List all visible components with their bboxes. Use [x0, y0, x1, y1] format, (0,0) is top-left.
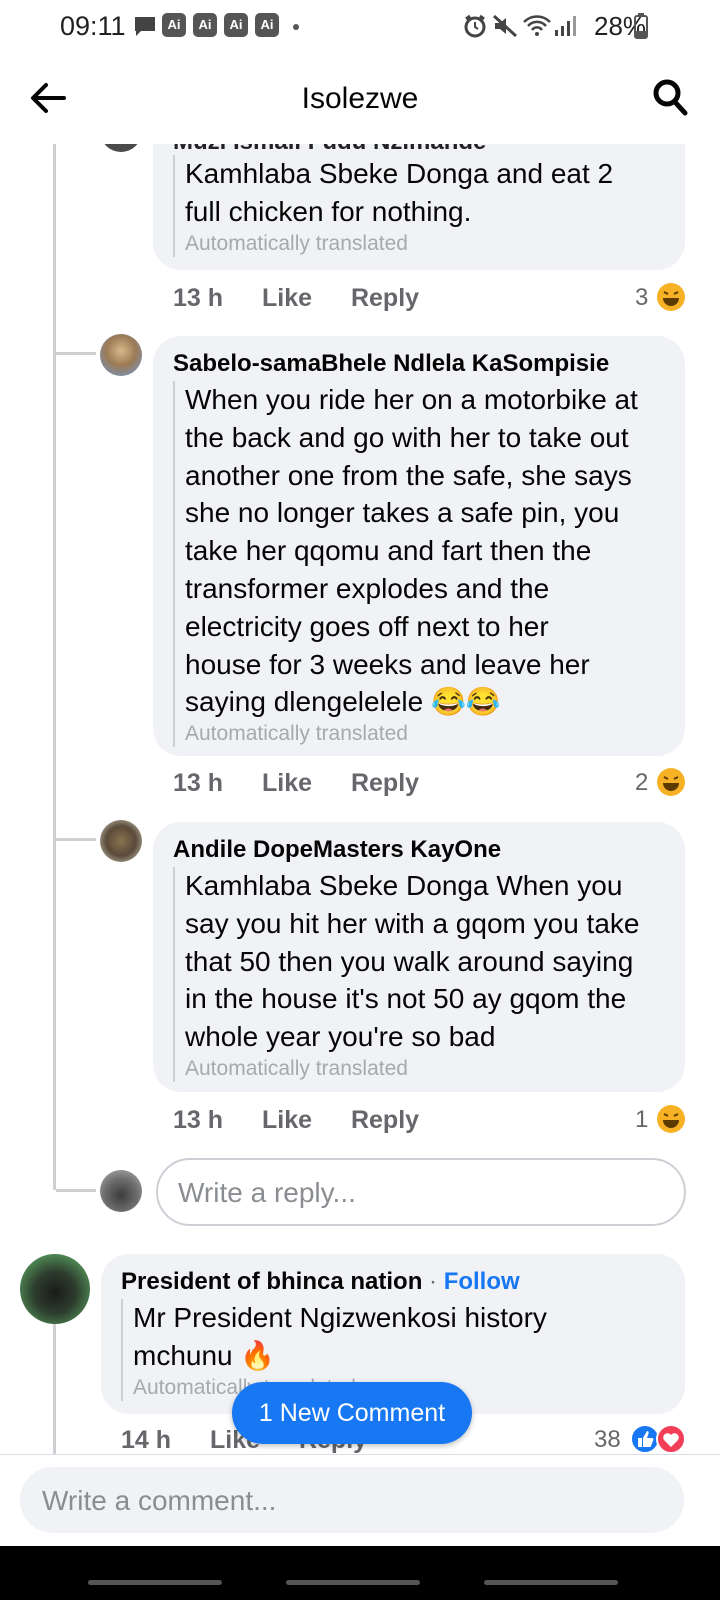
love-reaction-icon: [656, 1424, 686, 1454]
laugh-emoji-icon: [657, 283, 685, 311]
comment-text-line: Kamhlaba Sbeke Donga When you: [185, 870, 623, 901]
thread-branch: [56, 1189, 96, 1192]
comment-text-line: saying dlengelelele 😂😂: [185, 686, 501, 718]
alarm-icon: [464, 14, 486, 38]
comment-text-line: mchunu 🔥: [133, 1339, 276, 1371]
avatar: [100, 1170, 142, 1212]
status-bar: 09:11 Ai Ai Ai Ai 28%: [0, 0, 720, 54]
separator: ·: [422, 1268, 444, 1295]
comment-text-line: another one from the safe, she says: [185, 459, 632, 491]
laugh-emoji-icon: [657, 768, 685, 796]
like-button[interactable]: Like: [262, 1106, 312, 1134]
reply-input[interactable]: Write a reply...: [156, 1158, 686, 1226]
wifi-icon: [523, 15, 551, 36]
status-time: 09:11: [60, 11, 126, 41]
comment-text-line: take her qqomu and fart then the: [185, 535, 592, 567]
comment-time: 13 h: [173, 284, 224, 312]
comment-placeholder: Write a comment...: [42, 1485, 277, 1516]
avatar[interactable]: [100, 820, 142, 862]
comment-text-line: Kamhlaba Sbeke Donga and eat 2: [185, 158, 614, 189]
header-overlay: Isolezwe: [0, 54, 720, 144]
comment-author-row: President of bhinca nation · Follow: [121, 1268, 520, 1296]
comment-text-line: she no longer takes a safe pin, you: [185, 497, 620, 529]
page-title: Isolezwe: [301, 82, 419, 115]
thread-line: [53, 144, 56, 1190]
message-icon: [135, 17, 155, 36]
reaction-count[interactable]: 38: [594, 1426, 621, 1454]
follow-button[interactable]: Follow: [444, 1268, 520, 1295]
battery-icon: [634, 13, 648, 39]
comment-text-line: say you hit her with a gqom you take: [185, 907, 640, 939]
comment-text-line: whole year you're so bad: [185, 1021, 496, 1053]
signal-icon: [555, 16, 576, 36]
new-comment-pill[interactable]: 1 New Comment: [232, 1382, 472, 1444]
reply-placeholder: Write a reply...: [178, 1177, 356, 1208]
system-nav-bar: [0, 1546, 720, 1600]
reply-button[interactable]: Reply: [351, 1106, 419, 1134]
avatar[interactable]: [20, 1254, 90, 1324]
reply-button[interactable]: Reply: [351, 284, 419, 312]
comment-text-line: full chicken for nothing.: [185, 195, 472, 227]
comment-author[interactable]: President of bhinca nation: [121, 1268, 422, 1295]
like-button[interactable]: Like: [262, 284, 312, 312]
comment-actions: 13 h Like Reply: [173, 284, 451, 313]
mute-icon: [492, 14, 518, 38]
nav-back-button[interactable]: [484, 1580, 618, 1585]
comment-text-line: house for 3 weeks and leave her: [185, 648, 590, 680]
thread-branch: [56, 838, 96, 841]
reaction-count[interactable]: 2: [635, 769, 648, 797]
comment-text-line: the back and go with her to take out: [185, 421, 629, 453]
comment-bubble: Andile DopeMasters KayOne Kamhlaba Sbeke…: [153, 822, 685, 1092]
comment-input[interactable]: Write a comment...: [20, 1467, 684, 1533]
avatar[interactable]: [100, 334, 142, 376]
comment-author[interactable]: Sabelo-samaBhele Ndlela KaSompisie: [173, 350, 609, 378]
comment-composer-bar: Write a comment...: [0, 1454, 720, 1547]
nav-home-button[interactable]: [286, 1580, 420, 1585]
comment-bubble: Sabelo-samaBhele Ndlela KaSompisie When …: [153, 336, 685, 756]
comment-text-line: When you ride her on a motorbike at: [185, 384, 638, 415]
notification-dot: [293, 24, 299, 30]
comment-text-line: that 50 then you walk around saying: [185, 945, 634, 977]
comment-text: When you ride her on a motorbike at the …: [173, 381, 675, 748]
ai-badge: Ai: [224, 13, 248, 37]
auto-translated-label: Automatically translated: [185, 1056, 408, 1080]
comment-time: 14 h: [121, 1426, 172, 1454]
reply-button[interactable]: Reply: [351, 769, 419, 797]
thread-branch: [56, 352, 96, 355]
ai-badge: Ai: [162, 13, 186, 37]
comment-actions: 13 h Like Reply: [173, 769, 451, 798]
nav-recents-button[interactable]: [88, 1580, 222, 1585]
thread-line: [53, 1324, 56, 1454]
comment-actions: 13 h Like Reply: [173, 1106, 451, 1135]
like-button[interactable]: Like: [262, 769, 312, 797]
ai-badge: Ai: [193, 13, 217, 37]
comment-text-line: electricity goes off next to her: [185, 610, 549, 642]
comment-text-line: Mr President Ngizwenkosi history: [133, 1302, 547, 1333]
comment-text: Kamhlaba Sbeke Donga and eat 2 full chic…: [173, 155, 675, 257]
auto-translated-label: Automatically translated: [185, 722, 408, 746]
comment-text: Kamhlaba Sbeke Donga When you say you hi…: [173, 867, 675, 1082]
comment-text-line: in the house it's not 50 ay gqom the: [185, 983, 627, 1015]
comment-author[interactable]: Andile DopeMasters KayOne: [173, 836, 501, 864]
search-icon[interactable]: [652, 78, 688, 116]
ai-badge: Ai: [255, 13, 279, 37]
comment-text-line: transformer explodes and the: [185, 572, 550, 604]
comment-time: 13 h: [173, 769, 224, 797]
reaction-count[interactable]: 3: [635, 284, 648, 312]
comment-time: 13 h: [173, 1106, 224, 1134]
laugh-emoji-icon: [657, 1105, 685, 1133]
reaction-count[interactable]: 1: [635, 1106, 648, 1134]
auto-translated-label: Automatically translated: [185, 231, 408, 255]
